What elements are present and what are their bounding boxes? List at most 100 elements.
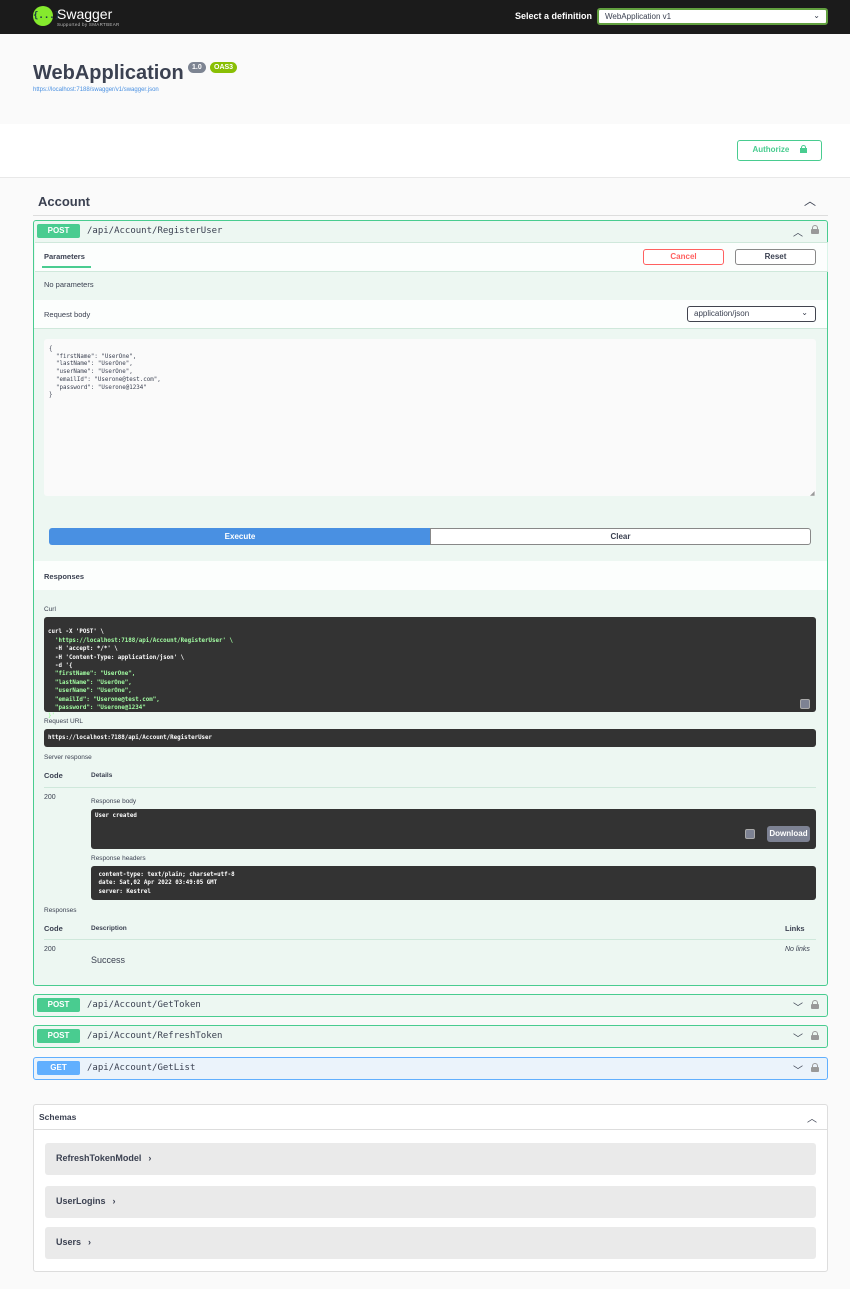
response-headers-label: Response headers bbox=[91, 855, 146, 862]
success-code: 200 bbox=[44, 946, 56, 953]
schema-model-name: RefreshTokenModel bbox=[56, 1153, 142, 1163]
chevron-down-icon: ⌄ bbox=[813, 11, 820, 20]
response-body-block: User created bbox=[91, 809, 816, 849]
operation-header[interactable]: POST /api/Account/RegisterUser ︿ bbox=[34, 221, 827, 242]
chevron-up-icon: ︿ bbox=[803, 194, 816, 208]
top-bar: {...} Swagger Supported by SMARTBEAR Sel… bbox=[0, 0, 850, 34]
curl-label: Curl bbox=[44, 606, 56, 613]
response-body-label: Response body bbox=[91, 798, 137, 805]
method-badge: GET bbox=[37, 1061, 80, 1075]
code-header: Code bbox=[44, 924, 63, 933]
copy-icon[interactable] bbox=[745, 829, 755, 839]
authorize-label: Authorize bbox=[752, 145, 790, 154]
resize-handle-icon[interactable]: ◢ bbox=[810, 490, 815, 497]
curl-line: 'https://localhost:7188/api/Account/Regi… bbox=[48, 637, 233, 644]
schemas-title: Schemas bbox=[39, 1112, 77, 1122]
no-links-text: No links bbox=[785, 946, 810, 953]
schemas-header[interactable]: Schemas ︿ bbox=[34, 1105, 827, 1130]
operation-path: /api/Account/RegisterUser bbox=[87, 226, 223, 236]
swagger-logo-icon: {...} bbox=[33, 6, 60, 26]
operation-get-list[interactable]: GET /api/Account/GetList ﹀ bbox=[33, 1057, 828, 1080]
responses-heading: Responses bbox=[44, 572, 85, 581]
details-header: Details bbox=[91, 772, 113, 779]
code-header: Code bbox=[44, 771, 63, 780]
tag-name: Account bbox=[38, 194, 90, 209]
swagger-json-link[interactable]: https://localhost:7188/swagger/v1/swagge… bbox=[33, 87, 159, 93]
curl-line: "firstName": "UserOne", bbox=[48, 671, 136, 678]
chevron-right-icon: › bbox=[112, 1196, 116, 1206]
curl-line: "password": "Userone@1234" bbox=[48, 705, 146, 712]
schema-model[interactable]: Users › bbox=[45, 1227, 816, 1259]
clear-button[interactable]: Clear bbox=[430, 528, 811, 545]
operation-get-token[interactable]: POST /api/Account/GetToken ﹀ bbox=[33, 994, 828, 1017]
reset-button[interactable]: Reset bbox=[735, 249, 816, 265]
method-badge: POST bbox=[37, 224, 80, 238]
tab-parameters[interactable]: Parameters bbox=[44, 252, 85, 261]
schema-model[interactable]: UserLogins › bbox=[45, 1186, 816, 1218]
tag-account[interactable]: Account ︿ bbox=[33, 188, 828, 216]
schema-model-name: Users bbox=[56, 1237, 82, 1247]
curl-line: -H 'Content-Type: application/json' \ bbox=[48, 654, 185, 661]
operation-path: /api/Account/GetList bbox=[87, 1063, 196, 1073]
response-headers-block: content-type: text/plain; charset=utf-8 … bbox=[91, 866, 816, 900]
method-badge: POST bbox=[37, 998, 80, 1012]
schemas-section: Schemas ︿ RefreshTokenModel › UserLogins ›… bbox=[33, 1104, 828, 1272]
lock-icon[interactable] bbox=[811, 1063, 819, 1072]
chevron-down-icon: ﹀ bbox=[793, 1066, 803, 1077]
chevron-right-icon: › bbox=[148, 1153, 152, 1163]
responses-bar bbox=[34, 561, 827, 590]
brand-name: Swagger bbox=[57, 6, 113, 22]
description-header: Description bbox=[91, 925, 127, 932]
chevron-down-icon: ﹀ bbox=[793, 1034, 803, 1045]
curl-line: -H 'accept: */*' \ bbox=[48, 646, 118, 653]
cancel-button[interactable]: Cancel bbox=[643, 249, 724, 265]
version-badge: 1.0 bbox=[188, 62, 206, 73]
authorize-button[interactable]: Authorize bbox=[737, 140, 822, 161]
brand-subtitle: Supported by SMARTBEAR bbox=[57, 22, 120, 27]
chevron-right-icon: › bbox=[88, 1237, 92, 1247]
success-description: Success bbox=[91, 955, 126, 965]
chevron-down-icon: ⌄ bbox=[801, 308, 808, 317]
lock-icon[interactable] bbox=[811, 1031, 819, 1040]
unlock-icon bbox=[799, 145, 807, 153]
curl-line: -d '{ bbox=[48, 663, 73, 670]
schema-model-name: UserLogins bbox=[56, 1196, 106, 1206]
divider bbox=[44, 939, 816, 940]
no-parameters-text: No parameters bbox=[44, 280, 94, 289]
tab-underline bbox=[42, 266, 91, 268]
divider bbox=[44, 787, 816, 788]
server-response-label: Server response bbox=[44, 754, 92, 761]
scheme-container bbox=[0, 124, 850, 178]
execute-button[interactable]: Execute bbox=[49, 528, 431, 545]
definition-select-value: WebApplication v1 bbox=[605, 12, 672, 21]
lock-icon[interactable] bbox=[811, 1000, 819, 1009]
method-badge: POST bbox=[37, 1029, 80, 1043]
definition-select[interactable]: WebApplication v1 ⌄ bbox=[597, 8, 828, 25]
curl-line: "emailId": "Userone@test.com", bbox=[48, 696, 160, 703]
operation-path: /api/Account/RefreshToken bbox=[87, 1031, 223, 1041]
request-url-value: https://localhost:7188/api/Account/Regis… bbox=[44, 729, 816, 747]
curl-line: "lastName": "UserOne", bbox=[48, 679, 132, 686]
chevron-down-icon: ﹀ bbox=[793, 1003, 803, 1014]
request-body-label: Request body bbox=[44, 310, 91, 319]
download-button[interactable]: Download bbox=[767, 826, 810, 842]
responses-label: Responses bbox=[44, 907, 77, 914]
operation-path: /api/Account/GetToken bbox=[87, 1000, 201, 1010]
operation-refresh-token[interactable]: POST /api/Account/RefreshToken ﹀ bbox=[33, 1025, 828, 1048]
request-body-editor[interactable]: { "firstName": "UserOne", "lastName": "U… bbox=[44, 339, 816, 496]
chevron-up-icon: ︿ bbox=[807, 1114, 817, 1125]
definition-label: Select a definition bbox=[515, 11, 593, 21]
curl-line: }' bbox=[48, 713, 55, 720]
oas-badge: OAS3 bbox=[210, 62, 238, 73]
curl-line: curl -X 'POST' \ bbox=[48, 629, 104, 636]
chevron-up-icon: ︿ bbox=[793, 228, 803, 239]
api-title: WebApplication bbox=[33, 62, 184, 84]
content-type-value: application/json bbox=[694, 309, 750, 318]
schema-model[interactable]: RefreshTokenModel › bbox=[45, 1143, 816, 1175]
content-type-select[interactable]: application/json ⌄ bbox=[687, 306, 816, 322]
curl-block: curl -X 'POST' \ 'https://localhost:7188… bbox=[44, 617, 816, 719]
lock-icon[interactable] bbox=[811, 225, 819, 234]
copy-icon[interactable] bbox=[800, 699, 810, 709]
links-header: Links bbox=[785, 924, 805, 933]
request-url-label: Request URL bbox=[44, 718, 84, 725]
